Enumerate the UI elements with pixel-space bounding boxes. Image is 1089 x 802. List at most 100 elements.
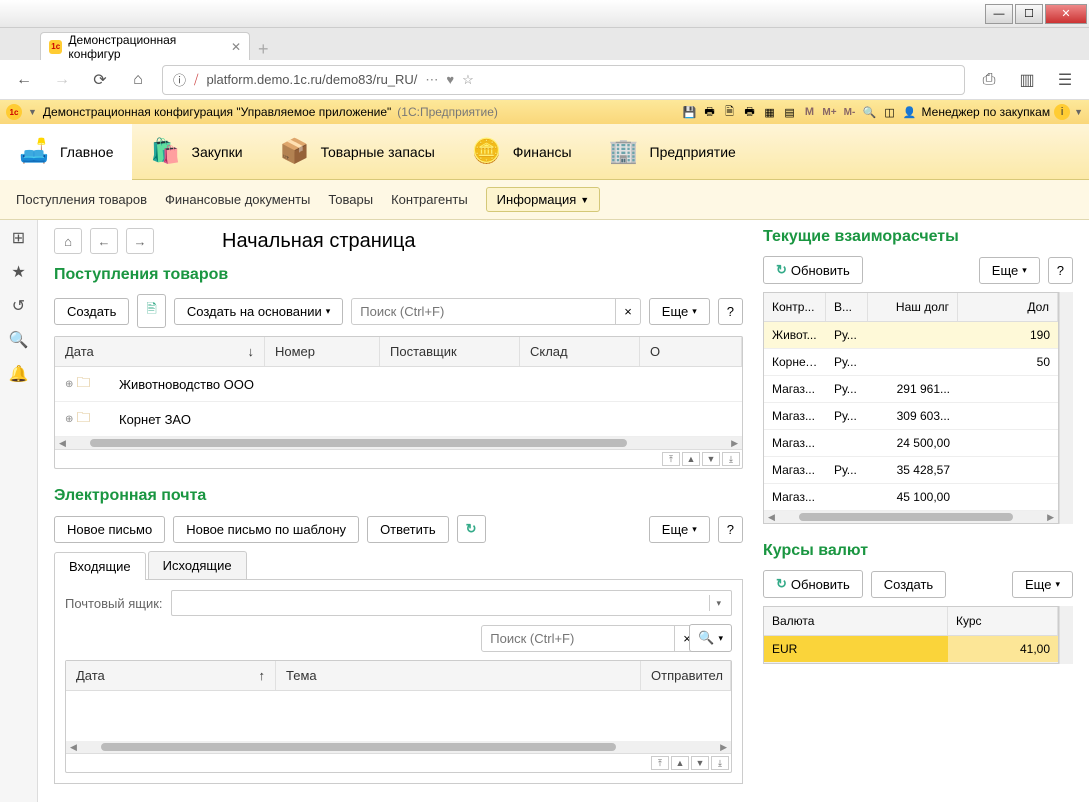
table-row[interactable]: Магаз...Ру...291 961... xyxy=(764,376,1058,403)
create-based-button[interactable]: Создать на основании ▾ xyxy=(174,298,343,325)
save-icon[interactable]: 💾 xyxy=(682,104,698,120)
tab-close-icon[interactable]: ✕ xyxy=(231,40,241,54)
search-button[interactable]: 🔍 ▾ xyxy=(689,624,732,652)
calc-icon[interactable]: ▤ xyxy=(782,104,798,120)
subnav-counterparties[interactable]: Контрагенты xyxy=(391,192,468,207)
app-menu-arrow-icon[interactable]: ▼ xyxy=(28,107,37,117)
col-subject[interactable]: Тема xyxy=(276,661,641,690)
nav-finance[interactable]: 🪙 Финансы xyxy=(453,124,590,180)
tab-outbox[interactable]: Исходящие xyxy=(148,551,247,579)
table-row[interactable]: Магаз...Ру...35 428,57 xyxy=(764,457,1058,484)
first-icon[interactable]: ⤒ xyxy=(651,756,669,770)
m-plus-icon[interactable]: M+ xyxy=(822,104,838,120)
search-icon[interactable]: 🔍 xyxy=(9,330,29,350)
nav-enterprise[interactable]: 🏢 Предприятие xyxy=(590,124,754,180)
nav-stock[interactable]: 📦 Товарные запасы xyxy=(261,124,453,180)
reply-button[interactable]: Ответить xyxy=(367,516,449,543)
expand-icon[interactable]: ⊕ xyxy=(65,414,73,425)
refresh-button[interactable]: ↻ xyxy=(457,515,486,543)
col-currency[interactable]: В... xyxy=(826,293,868,321)
receipts-search-input[interactable] xyxy=(351,298,616,325)
home-button[interactable]: ⌂ xyxy=(124,66,152,94)
more-button[interactable]: Еще ▾ xyxy=(1012,571,1073,598)
new-message-button[interactable]: Новое письмо xyxy=(54,516,165,543)
new-tab-button[interactable]: + xyxy=(258,39,269,60)
first-icon[interactable]: ⤒ xyxy=(662,452,680,466)
zoom-icon[interactable]: 🔍 xyxy=(862,104,878,120)
close-button[interactable]: ✕ xyxy=(1045,4,1087,24)
new-template-button[interactable]: Новое письмо по шаблону xyxy=(173,516,359,543)
col-sender[interactable]: Отправител xyxy=(641,661,731,690)
col-number[interactable]: Номер xyxy=(265,337,380,366)
m-icon[interactable]: M xyxy=(802,104,818,120)
create-button[interactable]: Создать xyxy=(871,571,946,598)
user-menu-arrow-icon[interactable]: ▼ xyxy=(1074,107,1083,117)
col-debt[interactable]: Дол xyxy=(958,293,1058,321)
col-date[interactable]: Дата↓ xyxy=(55,337,265,366)
table-row[interactable]: Магаз...Ру...309 603... xyxy=(764,403,1058,430)
up-icon[interactable]: ▲ xyxy=(682,452,700,466)
page-back-button[interactable]: ← xyxy=(90,228,118,254)
col-date[interactable]: Дата↑ xyxy=(66,661,276,690)
table-row[interactable]: Магаз...24 500,00 xyxy=(764,430,1058,457)
subnav-info-button[interactable]: Информация ▼ xyxy=(486,187,601,212)
h-scrollbar[interactable]: ◀▶ xyxy=(764,511,1058,523)
col-warehouse[interactable]: Склад xyxy=(520,337,640,366)
page-forward-button[interactable]: → xyxy=(126,228,154,254)
help-button[interactable]: ? xyxy=(718,298,743,325)
apps-icon[interactable]: ⊞ xyxy=(9,228,29,248)
library-icon[interactable]: ⎙ xyxy=(975,66,1003,94)
copy-button[interactable]: 🖹 xyxy=(137,294,165,328)
user-label[interactable]: Менеджер по закупкам xyxy=(922,105,1051,119)
star-icon[interactable]: ★ xyxy=(9,262,29,282)
print2-icon[interactable]: 🖶 xyxy=(742,104,758,120)
up-icon[interactable]: ▲ xyxy=(671,756,689,770)
table-row[interactable]: Живот...Ру...190 xyxy=(764,322,1058,349)
table-row[interactable]: Корнет...Ру...50 xyxy=(764,349,1058,376)
sidebar-icon[interactable]: ▥ xyxy=(1013,66,1041,94)
nav-main[interactable]: 🛋️ Главное xyxy=(0,124,132,180)
url-bar[interactable]: ⓘ ⧸ platform.demo.1c.ru/demo83/ru_RU/ ⋯ … xyxy=(162,65,965,95)
down-icon[interactable]: ▼ xyxy=(702,452,720,466)
refresh-button[interactable]: ↻ Обновить xyxy=(763,256,863,284)
panes-icon[interactable]: ◫ xyxy=(882,104,898,120)
table-row[interactable]: ⊕🗀 Животноводство ООО xyxy=(55,367,742,402)
print-icon[interactable]: 🖶 xyxy=(702,104,718,120)
shield-icon[interactable]: ♥ xyxy=(446,72,454,88)
v-scrollbar[interactable] xyxy=(1059,606,1073,664)
maximize-button[interactable]: ☐ xyxy=(1015,4,1043,24)
down-icon[interactable]: ▼ xyxy=(691,756,709,770)
more-button[interactable]: Еще ▾ xyxy=(979,257,1040,284)
col-currency[interactable]: Валюта xyxy=(764,607,948,635)
last-icon[interactable]: ⤓ xyxy=(711,756,729,770)
calendar-icon[interactable]: ▦ xyxy=(762,104,778,120)
table-row[interactable]: ⊕🗀 Корнет ЗАО xyxy=(55,402,742,437)
menu-icon[interactable]: ☰ xyxy=(1051,66,1079,94)
m-minus-icon[interactable]: M- xyxy=(842,104,858,120)
forward-button[interactable]: → xyxy=(48,66,76,94)
h-scrollbar[interactable]: ◀▶ xyxy=(55,437,742,449)
expand-icon[interactable]: ⊕ xyxy=(65,379,73,390)
nav-purchases[interactable]: 🛍️ Закупки xyxy=(132,124,261,180)
table-row[interactable]: EUR 41,00 xyxy=(764,636,1058,663)
ellipsis-icon[interactable]: ⋯ xyxy=(425,72,438,88)
reload-button[interactable]: ⟳ xyxy=(86,66,114,94)
h-scrollbar[interactable]: ◀▶ xyxy=(66,741,731,753)
history-icon[interactable]: ↺ xyxy=(9,296,29,316)
bell-icon[interactable]: 🔔 xyxy=(9,364,29,384)
create-button[interactable]: Создать xyxy=(54,298,129,325)
back-button[interactable]: ← xyxy=(10,66,38,94)
tab-inbox[interactable]: Входящие xyxy=(54,552,146,580)
help-icon[interactable]: i xyxy=(1054,104,1070,120)
refresh-button[interactable]: ↻ Обновить xyxy=(763,570,863,598)
subnav-receipts[interactable]: Поступления товаров xyxy=(16,192,147,207)
col-our-debt[interactable]: Наш долг xyxy=(868,293,958,321)
minimize-button[interactable]: — xyxy=(985,4,1013,24)
preview-icon[interactable]: 🗎 xyxy=(722,104,738,120)
star-icon[interactable]: ☆ xyxy=(462,72,474,88)
col-counterparty[interactable]: Контр... xyxy=(764,293,826,321)
col-rate[interactable]: Курс xyxy=(948,607,1058,635)
v-scrollbar[interactable] xyxy=(1059,292,1073,524)
col-supplier[interactable]: Поставщик xyxy=(380,337,520,366)
mailbox-select[interactable]: ▾ xyxy=(171,590,732,616)
